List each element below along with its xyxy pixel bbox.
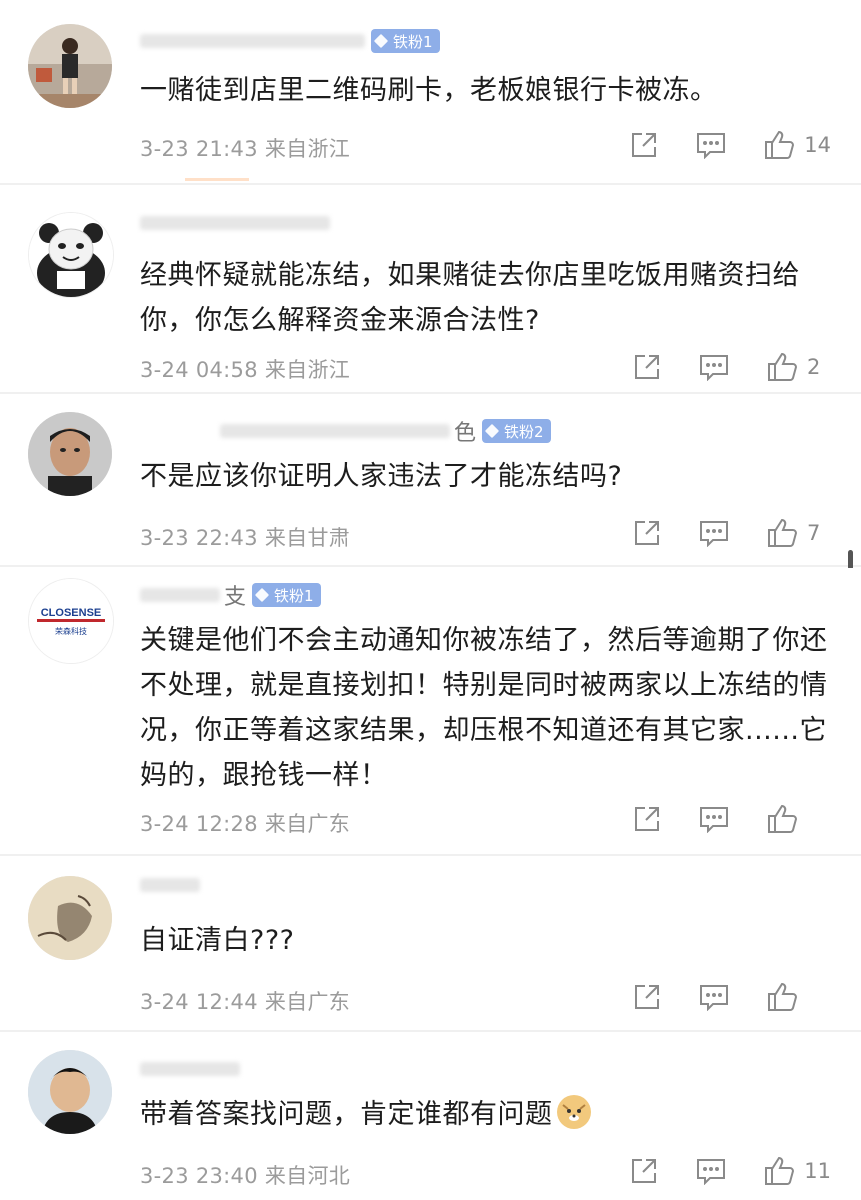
comment-meta: 3-24 12:44 来自广东 <box>140 990 351 1014</box>
comment-actions <box>633 804 831 834</box>
comment-actions: 7 <box>633 518 831 548</box>
divider <box>0 1030 861 1032</box>
divider <box>0 392 861 394</box>
avatar[interactable]: CLOSENSE 荣森科技 <box>28 578 114 664</box>
like-button[interactable]: 7 <box>767 518 831 548</box>
username[interactable]: 色 铁粉2 <box>220 416 551 446</box>
share-icon[interactable] <box>633 519 661 547</box>
share-icon[interactable] <box>633 353 661 381</box>
diamond-icon <box>254 587 270 603</box>
username[interactable] <box>140 1054 240 1084</box>
doge-emoji <box>556 1095 591 1129</box>
comment-icon[interactable] <box>699 805 729 833</box>
comment-icon[interactable] <box>696 131 726 159</box>
thumbs-up-icon <box>768 982 798 1011</box>
username[interactable] <box>140 870 200 900</box>
thumbs-up-icon <box>765 1156 795 1185</box>
avatar[interactable] <box>28 1050 112 1134</box>
share-icon[interactable] <box>630 131 658 159</box>
thumbs-up-icon <box>768 518 798 547</box>
diamond-icon <box>373 33 389 49</box>
avatar[interactable] <box>28 412 112 496</box>
thumbs-up-icon <box>765 130 795 159</box>
comment-icon[interactable] <box>699 519 729 547</box>
share-icon[interactable] <box>630 1157 658 1185</box>
avatar[interactable] <box>28 24 112 108</box>
comment-meta: 3-23 21:43 来自浙江 <box>140 137 351 161</box>
like-button[interactable]: 2 <box>767 352 831 382</box>
like-count: 7 <box>807 521 821 545</box>
comment-text: 关键是他们不会主动通知你被冻结了，然后等逾期了你还不处理，就是直接划扣！特别是同… <box>140 625 828 791</box>
like-button[interactable] <box>767 804 831 834</box>
username[interactable]: 支 铁粉1 <box>140 580 321 610</box>
comment-item: 带着答案找问题，肯定谁都有问题 3-23 23:40 来自河北 11 <box>0 1034 861 1200</box>
comment-meta: 3-24 04:58 来自浙江 <box>140 358 351 382</box>
share-icon[interactable] <box>633 983 661 1011</box>
avatar[interactable] <box>28 212 114 298</box>
like-count: 14 <box>804 133 831 157</box>
username[interactable] <box>140 208 330 238</box>
tab-indicator <box>185 178 249 181</box>
like-button[interactable]: 14 <box>764 130 831 160</box>
comment-text: 不是应该你证明人家违法了才能冻结吗? <box>140 461 623 492</box>
comment-text: 经典怀疑就能冻结，如果赌徒去你店里吃饭用赌资扫给你，你怎么解释资金来源合法性? <box>140 260 800 336</box>
comment-actions <box>633 982 831 1012</box>
fan-badge: 铁粉1 <box>252 583 321 607</box>
share-icon[interactable] <box>633 805 661 833</box>
like-count: 11 <box>804 1159 831 1183</box>
comment-text: 自证清白??? <box>140 925 295 956</box>
thumbs-up-icon <box>768 352 798 381</box>
divider <box>0 183 861 185</box>
comment-actions: 11 <box>630 1156 831 1186</box>
comment-icon[interactable] <box>699 353 729 381</box>
fan-badge: 铁粉2 <box>482 419 551 443</box>
svg-text:CLOSENSE: CLOSENSE <box>41 607 102 619</box>
like-count: 2 <box>807 355 821 379</box>
comment-icon[interactable] <box>696 1157 726 1185</box>
divider <box>0 565 861 567</box>
comment-actions: 2 <box>633 352 831 382</box>
thumbs-up-icon <box>768 804 798 833</box>
comment-item: CLOSENSE 荣森科技 支 铁粉1 关键是他们不会主动通知你被冻结了，然后等… <box>0 568 861 852</box>
comment-item: 铁粉1 一赌徒到店里二维码刷卡，老板娘银行卡被冻。 3-23 21:43 来自浙… <box>0 0 861 183</box>
comment-item: 经典怀疑就能冻结，如果赌徒去你店里吃饭用赌资扫给你，你怎么解释资金来源合法性? … <box>0 188 861 390</box>
diamond-icon <box>484 423 500 439</box>
comment-text: 带着答案找问题，肯定谁都有问题 <box>140 1092 830 1137</box>
divider <box>0 854 861 856</box>
comment-icon[interactable] <box>699 983 729 1011</box>
comment-meta: 3-23 22:43 来自甘肃 <box>140 526 351 550</box>
comment-text: 一赌徒到店里二维码刷卡，老板娘银行卡被冻。 <box>140 75 718 106</box>
comment-meta: 3-24 12:28 来自广东 <box>140 812 351 836</box>
comment-meta: 3-23 23:40 来自河北 <box>140 1164 351 1188</box>
username[interactable]: 铁粉1 <box>140 26 440 56</box>
like-button[interactable]: 11 <box>764 1156 831 1186</box>
fan-badge: 铁粉1 <box>371 29 440 53</box>
comment-item: 自证清白??? 3-24 12:44 来自广东 <box>0 858 861 1028</box>
avatar[interactable] <box>28 876 112 960</box>
like-button[interactable] <box>767 982 831 1012</box>
scrollbar[interactable] <box>848 550 853 570</box>
svg-text:荣森科技: 荣森科技 <box>55 626 87 636</box>
comment-item: 色 铁粉2 不是应该你证明人家违法了才能冻结吗? 3-23 22:43 来自甘肃… <box>0 396 861 564</box>
comment-actions: 14 <box>630 130 831 160</box>
